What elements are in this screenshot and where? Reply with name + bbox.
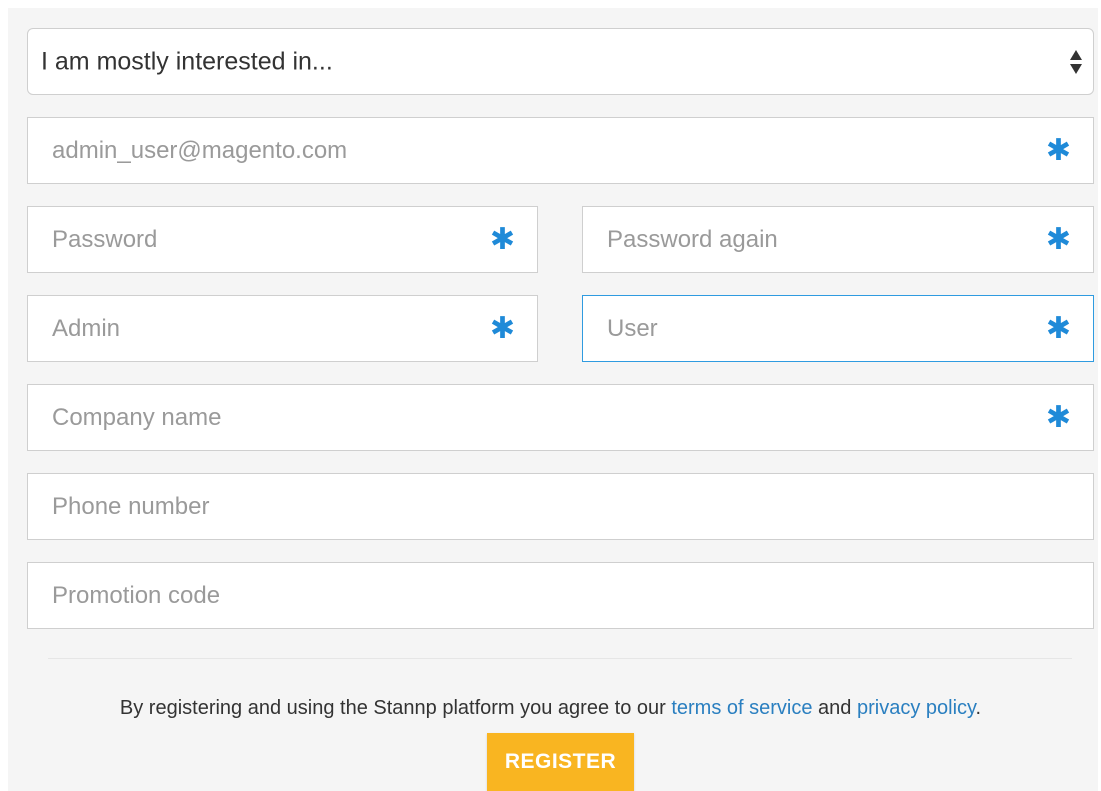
select-arrows-icon [1070, 49, 1082, 74]
phone-field[interactable] [27, 473, 1094, 540]
password-again-input[interactable] [583, 207, 1093, 272]
first-name-input[interactable] [28, 296, 537, 361]
interest-select[interactable]: I am mostly interested in... [27, 28, 1094, 95]
password-input[interactable] [28, 207, 537, 272]
promo-field[interactable] [27, 562, 1094, 629]
required-asterisk-icon: ✱ [1045, 221, 1071, 257]
interest-select-value: I am mostly interested in... [41, 47, 333, 75]
company-field[interactable]: ✱ [27, 384, 1094, 451]
last-name-input[interactable] [583, 296, 1093, 361]
company-input[interactable] [28, 385, 1093, 450]
last-name-field[interactable]: ✱ [582, 295, 1094, 362]
divider [48, 658, 1072, 659]
password-again-field[interactable]: ✱ [582, 206, 1094, 273]
email-input[interactable] [28, 118, 1093, 183]
required-asterisk-icon: ✱ [489, 221, 515, 257]
required-asterisk-icon: ✱ [489, 310, 515, 346]
terms-prefix: By registering and using the Stannp plat… [119, 697, 672, 719]
terms-of-service-link[interactable]: terms of service [671, 697, 812, 719]
terms-suffix: . [975, 697, 982, 719]
privacy-policy-link[interactable]: privacy policy [857, 697, 976, 719]
required-asterisk-icon: ✱ [1045, 310, 1071, 346]
register-button[interactable]: REGISTER [487, 733, 634, 791]
required-asterisk-icon: ✱ [1045, 399, 1071, 435]
required-asterisk-icon: ✱ [1045, 132, 1071, 168]
email-field[interactable]: ✱ [27, 117, 1094, 184]
terms-text: By registering and using the Stannp plat… [0, 697, 1101, 720]
phone-input[interactable] [28, 474, 1093, 539]
terms-middle: and [812, 697, 857, 719]
first-name-field[interactable]: ✱ [27, 295, 538, 362]
promo-input[interactable] [28, 563, 1093, 628]
password-field[interactable]: ✱ [27, 206, 538, 273]
